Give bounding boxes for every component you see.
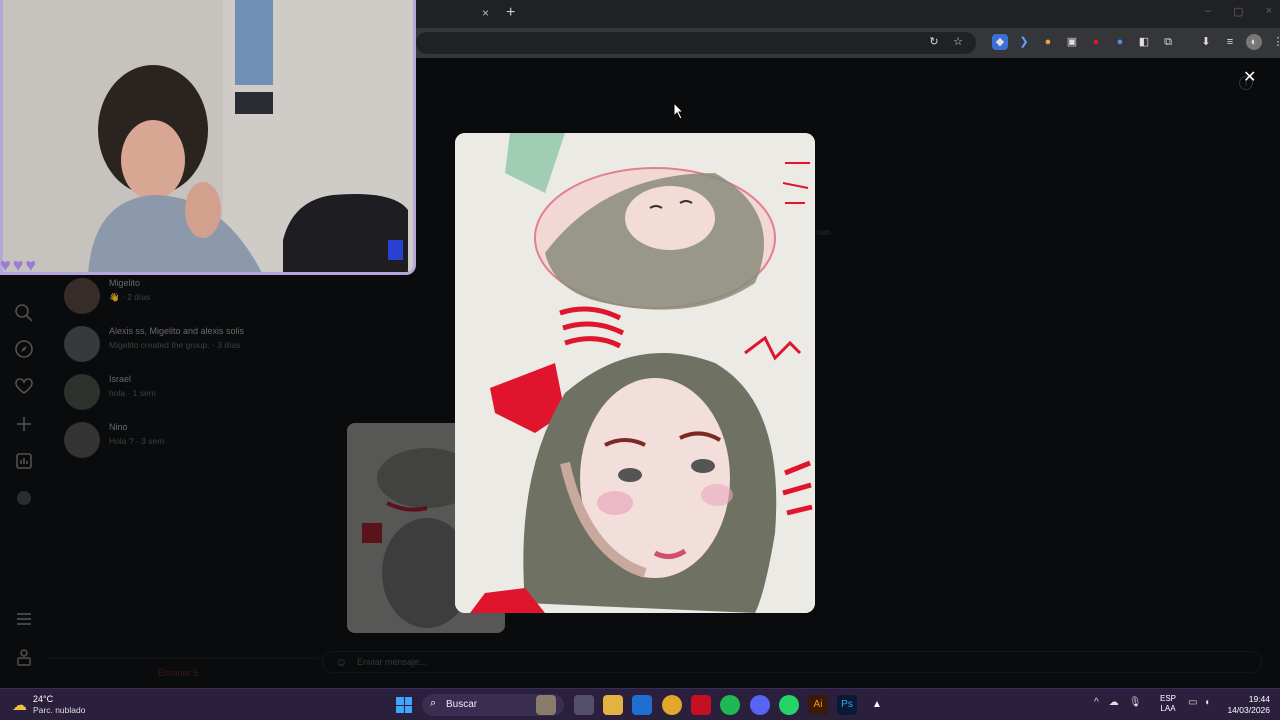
discord-icon[interactable] [750, 695, 770, 715]
onedrive-icon[interactable]: ☁ [1109, 697, 1119, 708]
heart-decoration-icon: ♥ [25, 255, 37, 275]
language-indicator[interactable]: ESP LAA [1160, 694, 1176, 714]
weather-icon[interactable]: ☁ [12, 696, 27, 714]
minimize-button[interactable]: – [1205, 5, 1211, 18]
spotify-icon[interactable] [720, 695, 740, 715]
system-tray: ^ ☁ 🎙 [1094, 697, 1141, 708]
bookmark-star-icon[interactable]: ☆ [950, 34, 966, 50]
close-icon[interactable]: ✕ [1243, 67, 1256, 87]
search-icon: ⌕ [430, 697, 437, 709]
extensions-puzzle-icon[interactable]: ⧉ [1160, 34, 1176, 50]
webcam-feed [0, 0, 416, 275]
clock-time[interactable]: 19:44 [1230, 694, 1270, 704]
taskbar: ☁ 24°C Parc. nublado ⌕ Buscar Ai Ps ▲ ^ … [0, 688, 1280, 720]
heart-decoration-icon: ♥ [12, 255, 24, 275]
webcam-hearts: ♥ ♥ ♥ [0, 255, 36, 276]
extension-window-icon[interactable]: ▣ [1064, 34, 1080, 50]
lang-layout: LAA [1160, 704, 1176, 713]
chrome-icon[interactable] [662, 695, 682, 715]
extension-audio-icon[interactable]: ❯ [1016, 34, 1032, 50]
extension-orange-icon[interactable]: ● [1040, 34, 1056, 50]
widgets-app-icon[interactable] [536, 695, 556, 715]
extension-blue-icon[interactable]: ● [1112, 34, 1128, 50]
lang-code: ESP [1160, 694, 1177, 703]
start-button[interactable] [396, 697, 412, 713]
task-view-icon[interactable] [574, 695, 594, 715]
download-icon[interactable]: ⬇ [1198, 34, 1214, 50]
tray-overflow-icon[interactable]: ^ [1094, 697, 1099, 708]
clock-date[interactable]: 14/03/2026 [1226, 705, 1270, 715]
file-explorer-icon[interactable] [603, 695, 623, 715]
tab-close-icon[interactable]: × [482, 6, 489, 20]
volume-icon[interactable]: ◖ [1204, 697, 1210, 708]
whatsapp-icon[interactable] [779, 695, 799, 715]
drawing-image [455, 133, 815, 613]
window-controls: – ▢ × [1205, 5, 1272, 18]
app-triangle-icon[interactable]: ▲ [867, 695, 887, 715]
profile-avatar-icon[interactable]: ◐ [1246, 34, 1262, 50]
extensions-row: ↻ ☆ ◆ ❯ ● ▣ ● ● ◧ ⧉ ⬇ ≡ ◐ ⋮ [926, 34, 1280, 50]
extension-tabs-icon[interactable]: ◧ [1136, 34, 1152, 50]
search-label: Buscar [446, 699, 478, 710]
outlook-icon[interactable] [632, 695, 652, 715]
weather-description[interactable]: Parc. nublado [33, 705, 85, 715]
address-bar[interactable] [416, 32, 976, 54]
extension-translate-icon[interactable]: ◆ [992, 34, 1008, 50]
new-tab-button[interactable]: + [506, 4, 515, 22]
extension-red-icon[interactable]: ● [1088, 34, 1104, 50]
install-app-icon[interactable]: ↻ [926, 34, 942, 50]
browser-menu-icon[interactable]: ⋮ [1270, 34, 1280, 50]
weather-temp[interactable]: 24°C [33, 694, 53, 704]
mouse-cursor-icon [673, 102, 685, 120]
network-icon[interactable]: ▭ [1188, 697, 1197, 708]
media-list-icon[interactable]: ≡ [1222, 34, 1238, 50]
close-window-button[interactable]: × [1266, 5, 1272, 18]
maximize-button[interactable]: ▢ [1233, 5, 1243, 18]
screen: × + – ▢ × ↻ ☆ ◆ ❯ ● ▣ ● ● ◧ ⧉ ⬇ ≡ ◐ ⋮ Mi… [0, 0, 1280, 720]
microphone-icon[interactable]: 🎙 [1129, 697, 1142, 708]
app-red-icon[interactable] [691, 695, 711, 715]
illustrator-icon[interactable]: Ai [808, 695, 828, 715]
photoshop-icon[interactable]: Ps [837, 695, 857, 715]
heart-decoration-icon: ♥ [0, 255, 11, 275]
